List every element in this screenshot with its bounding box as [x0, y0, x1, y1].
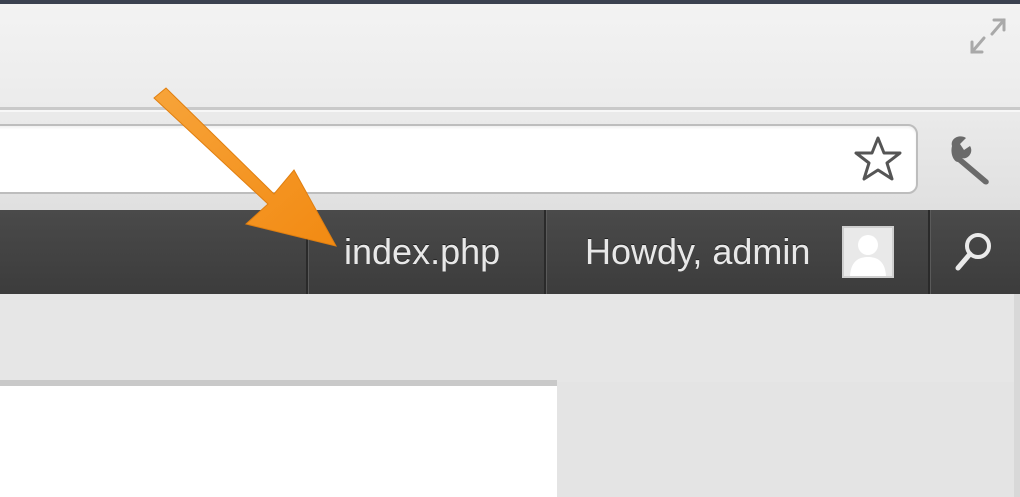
admin-bar-separator	[306, 210, 309, 294]
search-icon[interactable]	[950, 228, 998, 276]
avatar-icon[interactable]	[842, 226, 894, 278]
admin-bar-separator	[544, 210, 547, 294]
howdy-admin-menu[interactable]: Howdy, admin	[585, 232, 810, 272]
admin-bar-separator	[928, 210, 931, 294]
fullscreen-icon[interactable]	[966, 12, 1010, 60]
wrench-icon[interactable]	[944, 132, 998, 186]
star-icon[interactable]	[852, 133, 904, 185]
page-background	[0, 294, 1020, 382]
address-bar[interactable]	[0, 124, 918, 194]
right-edge	[1014, 294, 1020, 497]
index-php-link[interactable]: index.php	[344, 232, 500, 272]
content-panel	[0, 380, 557, 497]
toolbar-divider-highlight	[0, 110, 1020, 112]
